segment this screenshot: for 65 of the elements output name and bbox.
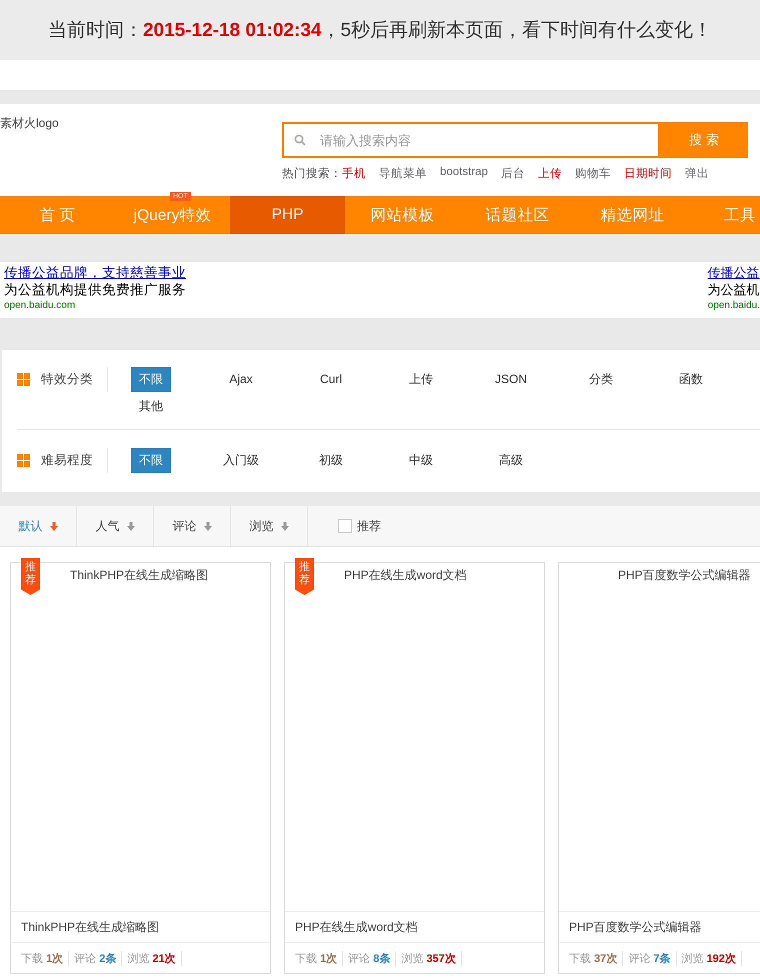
thumbnail-title: PHP百度数学公式编辑器 <box>618 568 751 582</box>
project-card[interactable]: PHP百度数学公式编辑器 PHP百度数学公式编辑器 下载 37次 评论 7条 浏览 192次 <box>558 562 760 974</box>
filter-label: 特效分类 <box>41 371 93 388</box>
stat-text: 下载 37次 <box>569 950 624 966</box>
hot-search-link[interactable]: 上传 <box>538 166 562 181</box>
logo-text: 素材火logo <box>0 115 60 132</box>
filter-option[interactable]: 中级 <box>401 448 441 473</box>
hot-search-link[interactable]: 导航菜单 <box>379 166 427 181</box>
hot-search-label: 热门搜索： <box>282 166 342 181</box>
card-title[interactable]: ThinkPHP在线生成缩略图 <box>21 918 160 936</box>
hot-search-link[interactable]: 手机 <box>342 166 366 181</box>
recommend-ribbon: 推荐 <box>295 558 314 595</box>
hot-search-link[interactable]: 弹出 <box>684 166 709 181</box>
thumbnail-title: PHP在线生成word文档 <box>344 568 467 582</box>
hot-search-link[interactable]: 后台 <box>500 166 525 181</box>
filter-option[interactable]: 入门级 <box>221 448 261 473</box>
ad-text: 为公益机 <box>708 281 760 298</box>
time-notice: 当前时间：2015-12-18 01:02:34，5秒后再刷新本页面，看下时间有什么变化！ <box>48 19 712 43</box>
search-icon <box>294 134 306 146</box>
filter-option[interactable]: 分类 <box>581 367 621 392</box>
stat-text: 下载 1次 <box>21 950 70 966</box>
grid-icon <box>17 373 30 386</box>
recommend-label: 推荐 <box>357 518 381 534</box>
ad-link[interactable]: 传播公益品牌，支持慈善事业 <box>4 264 186 281</box>
down-arrow-icon <box>204 522 212 530</box>
ad-url: open.baidu.com <box>4 299 76 313</box>
ad-text: 为公益机构提供免费推广服务 <box>4 281 186 298</box>
search-field[interactable]: 请输入搜索内容 <box>282 122 660 158</box>
stat-text: 浏览 357次 <box>396 950 462 966</box>
stat-text: 下载 1次 <box>295 950 344 966</box>
ad-link[interactable]: 传播公益 <box>708 264 760 281</box>
stat-text: 评论 8条 <box>343 950 396 966</box>
recommend-checkbox[interactable] <box>338 519 352 533</box>
hot-search-link[interactable]: 购物车 <box>574 166 611 181</box>
stat-text: 浏览 21次 <box>122 950 182 966</box>
filter-label: 难易程度 <box>41 452 93 469</box>
filter-option[interactable]: 函数 <box>671 367 711 392</box>
filter-option[interactable]: 初级 <box>311 448 351 473</box>
down-arrow-icon <box>126 522 134 530</box>
down-arrow-icon <box>50 522 58 530</box>
filter-option[interactable]: 不限 <box>131 367 171 392</box>
sort-tab[interactable]: 浏览 <box>231 506 308 546</box>
card-title[interactable]: PHP百度数学公式编辑器 <box>569 918 702 936</box>
stat-text: 浏览 192次 <box>676 950 742 966</box>
filter-option[interactable]: 不限 <box>131 448 171 473</box>
filter-option[interactable]: Ajax <box>221 367 261 392</box>
nav-tab[interactable]: PHP <box>230 196 345 234</box>
filter-option[interactable]: 其他 <box>131 394 171 419</box>
recommend-ribbon: 推荐 <box>21 558 40 595</box>
ad-url: open.baidu. <box>708 299 760 313</box>
stat-text: 评论 7条 <box>623 950 676 966</box>
hot-search-link[interactable]: bootstrap <box>440 166 488 181</box>
stat-text: 评论 2条 <box>69 950 122 966</box>
sort-tab[interactable]: 默认 <box>0 506 77 546</box>
down-arrow-icon <box>280 522 288 530</box>
filter-option[interactable]: JSON <box>491 367 531 392</box>
card-title[interactable]: PHP在线生成word文档 <box>295 918 418 936</box>
filter-option[interactable]: 高级 <box>491 448 531 473</box>
thumbnail-title: ThinkPHP在线生成缩略图 <box>70 568 208 582</box>
grid-icon <box>17 454 30 467</box>
sort-tab[interactable]: 评论 <box>154 506 231 546</box>
hot-search-link[interactable]: 日期时间 <box>624 166 672 181</box>
filter-option[interactable]: Curl <box>311 367 351 392</box>
filter-option[interactable]: 上传 <box>401 367 441 392</box>
sort-tab[interactable]: 人气 <box>77 506 154 546</box>
